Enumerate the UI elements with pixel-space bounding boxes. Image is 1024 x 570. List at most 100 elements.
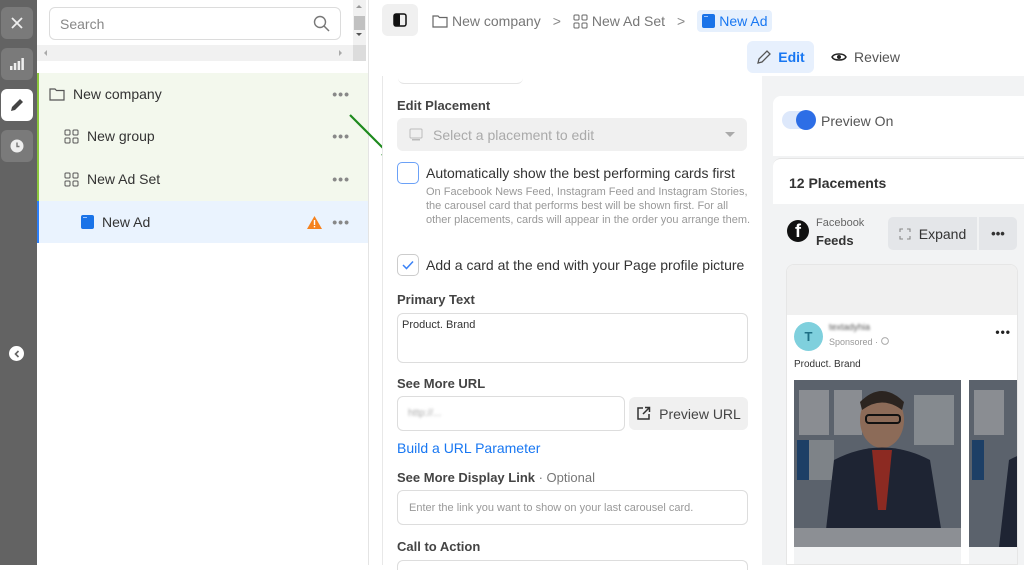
breadcrumb-company[interactable]: New company bbox=[432, 13, 541, 29]
placement-select-placeholder: Select a placement to edit bbox=[433, 126, 595, 143]
grid-icon bbox=[573, 14, 588, 28]
post-top-bar bbox=[787, 265, 1017, 315]
placement-name: Feeds bbox=[816, 233, 854, 248]
edit-mode-button[interactable]: Edit bbox=[747, 41, 814, 73]
search-input[interactable] bbox=[60, 15, 313, 32]
placement-more-button[interactable]: ••• bbox=[979, 217, 1017, 250]
build-url-parameter-link[interactable]: Build a URL Parameter bbox=[397, 440, 540, 456]
eye-icon bbox=[831, 53, 847, 61]
edit-placement-label: Edit Placement bbox=[397, 98, 491, 113]
external-link-icon bbox=[637, 406, 651, 420]
breadcrumb-ad-set[interactable]: New Ad Set bbox=[573, 13, 665, 29]
tree-item-ad[interactable]: New Ad ••• bbox=[37, 201, 368, 243]
pencil-icon bbox=[757, 50, 772, 64]
see-more-url-input[interactable]: http://... bbox=[397, 396, 625, 431]
breadcrumb: New company > New Ad Set > New Ad bbox=[432, 8, 773, 34]
display-link-input[interactable] bbox=[397, 490, 748, 525]
scrollbar-thumb[interactable] bbox=[354, 16, 365, 30]
horizontal-scrollbar[interactable] bbox=[37, 45, 353, 61]
rail-edit-button[interactable] bbox=[1, 89, 33, 121]
toggle-knob bbox=[796, 110, 816, 130]
preview-toggle[interactable] bbox=[782, 110, 816, 130]
rail-analytics-button[interactable] bbox=[1, 48, 33, 80]
breadcrumb-separator: > bbox=[677, 13, 686, 29]
scroll-right-arrow[interactable] bbox=[339, 50, 345, 56]
preview-url-label: Preview URL bbox=[659, 405, 741, 422]
review-label: Review bbox=[854, 49, 900, 65]
clock-icon bbox=[10, 139, 24, 153]
expand-icon bbox=[899, 227, 911, 240]
carousel-card-footer bbox=[969, 547, 1017, 564]
page-name: textadyhia bbox=[829, 322, 871, 332]
auto-best-cards-label: Automatically show the best performing c… bbox=[426, 165, 735, 181]
ad-icon bbox=[81, 215, 94, 229]
more-options-button[interactable]: ••• bbox=[332, 214, 350, 230]
review-mode-button[interactable]: Review bbox=[828, 41, 903, 73]
more-options-button[interactable]: ••• bbox=[332, 86, 350, 102]
placement-select[interactable]: Select a placement to edit bbox=[397, 118, 747, 151]
sponsored-text: Sponsored · bbox=[829, 337, 881, 347]
checkmark-icon bbox=[402, 260, 414, 270]
collapse-rail-button[interactable] bbox=[9, 346, 24, 361]
tree-item-company[interactable]: New company ••• bbox=[37, 73, 368, 115]
vertical-scrollbar[interactable] bbox=[353, 0, 366, 45]
campaign-tree-panel: New company ••• New group ••• New Ad Set… bbox=[37, 0, 369, 565]
more-options-button[interactable]: ••• bbox=[332, 171, 350, 187]
form-section-stub bbox=[398, 76, 523, 84]
call-to-action-select[interactable] bbox=[397, 560, 748, 570]
folder-icon bbox=[432, 15, 448, 28]
rail-history-button[interactable] bbox=[1, 130, 33, 162]
grid-icon bbox=[64, 129, 79, 143]
facebook-logo-icon: f bbox=[787, 220, 809, 242]
tree-item-label: New company bbox=[73, 86, 162, 102]
ad-post-preview: T textadyhia Sponsored · ••• Product. Br… bbox=[786, 264, 1018, 565]
placements-header: 12 Placements bbox=[773, 158, 1024, 204]
tree-item-ad-set[interactable]: New Ad Set ••• bbox=[37, 158, 368, 200]
left-rail bbox=[0, 0, 37, 565]
expand-label: Expand bbox=[918, 225, 967, 242]
tree-item-group[interactable]: New group ••• bbox=[37, 115, 368, 157]
placement-platform: Facebook bbox=[816, 217, 865, 229]
primary-text-label: Primary Text bbox=[397, 292, 475, 307]
see-more-url-label: See More URL bbox=[397, 376, 486, 391]
sidebar-toggle-icon bbox=[393, 13, 407, 27]
preview-url-button[interactable]: Preview URL bbox=[629, 397, 748, 430]
globe-icon bbox=[880, 337, 889, 345]
tree-item-label: New Ad bbox=[102, 214, 151, 230]
chevron-left-icon bbox=[13, 349, 19, 358]
url-value: http://... bbox=[408, 408, 442, 419]
breadcrumb-label: New Ad Set bbox=[591, 13, 666, 29]
profile-card-checkbox[interactable] bbox=[397, 254, 419, 276]
breadcrumb-label: New Ad bbox=[719, 13, 768, 29]
breadcrumb-separator: > bbox=[552, 13, 561, 29]
scroll-left-arrow[interactable] bbox=[41, 50, 47, 56]
scrollbar-corner bbox=[353, 45, 366, 61]
tree-item-label: New group bbox=[87, 128, 155, 144]
call-to-action-label: Call to Action bbox=[397, 539, 481, 554]
toggle-panel-button[interactable] bbox=[382, 4, 418, 36]
expand-button[interactable]: Expand bbox=[888, 217, 977, 250]
person-photo-icon bbox=[794, 380, 961, 547]
primary-text-input[interactable]: Product. Brand bbox=[397, 313, 748, 363]
preview-toggle-label: Preview On bbox=[821, 113, 894, 129]
grid-icon bbox=[64, 172, 79, 186]
warning-icon[interactable] bbox=[307, 215, 322, 229]
close-icon bbox=[11, 17, 23, 29]
preview-toggle-card: Preview On bbox=[773, 96, 1024, 156]
ad-edit-form: Edit Placement Select a placement to edi… bbox=[382, 76, 760, 570]
post-more-button[interactable]: ••• bbox=[995, 325, 1011, 339]
search-icon[interactable] bbox=[313, 15, 330, 32]
folder-icon bbox=[49, 88, 65, 101]
auto-best-cards-checkbox[interactable] bbox=[397, 162, 419, 184]
breadcrumb-ad[interactable]: New Ad bbox=[697, 10, 773, 32]
page-avatar: T bbox=[794, 322, 823, 351]
breadcrumb-label: New company bbox=[452, 13, 541, 29]
carousel-card-footer bbox=[794, 547, 961, 564]
top-bar: New company > New Ad Set > New Ad bbox=[370, 0, 1024, 40]
scroll-up-arrow[interactable] bbox=[356, 2, 362, 8]
scroll-down-arrow[interactable] bbox=[356, 33, 362, 39]
search-box[interactable] bbox=[49, 7, 341, 40]
optional-tag: · Optional bbox=[535, 470, 595, 485]
close-button[interactable] bbox=[1, 7, 33, 39]
tree-item-label: New Ad Set bbox=[87, 171, 161, 187]
